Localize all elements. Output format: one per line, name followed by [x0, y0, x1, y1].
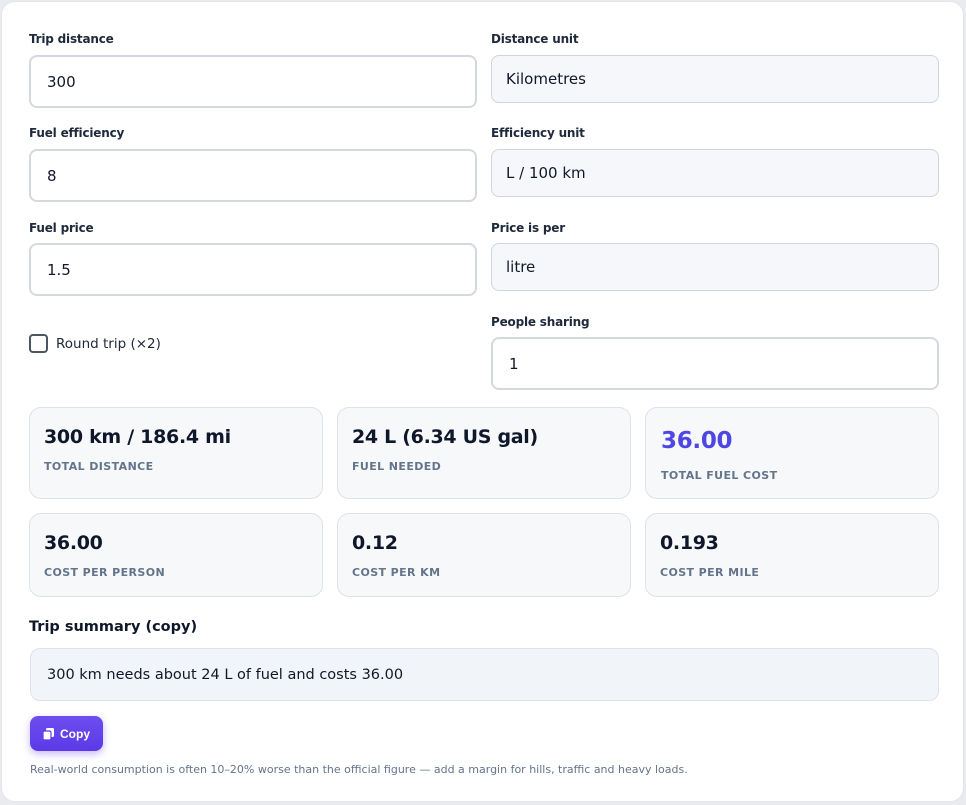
fuel-price-label: Fuel price [29, 221, 94, 235]
stat-value: 300 km / 186.4 mi [44, 426, 231, 448]
trip-distance-label: Trip distance [29, 32, 114, 46]
summary-text-box[interactable]: 300 km needs about 24 L of fuel and cost… [30, 648, 939, 701]
stat-cost-per-km: 0.12 COST PER KM [337, 513, 631, 597]
stat-caption: TOTAL FUEL COST [661, 469, 778, 482]
stat-value: 0.12 [352, 532, 398, 554]
price-per-select[interactable]: litre [491, 243, 939, 291]
efficiency-unit-label: Efficiency unit [491, 126, 585, 140]
stat-caption: COST PER MILE [660, 566, 760, 579]
stat-total-fuel-cost: 36.00 TOTAL FUEL COST [645, 407, 939, 499]
stat-caption: COST PER PERSON [44, 566, 166, 579]
copy-icon [43, 727, 54, 740]
round-trip-label: Round trip (×2) [56, 335, 161, 352]
people-sharing-input[interactable]: 1 [491, 337, 939, 390]
stat-caption: FUEL NEEDED [352, 460, 442, 473]
summary-title: Trip summary (copy) [29, 619, 198, 635]
stat-caption: COST PER KM [352, 566, 441, 579]
stat-cost-per-person: 36.00 COST PER PERSON [29, 513, 323, 597]
fuel-price-input[interactable]: 1.5 [29, 243, 477, 296]
round-trip-toggle[interactable]: Round trip (×2) [29, 334, 161, 353]
stat-value: 36.00 [44, 532, 103, 554]
stat-caption: TOTAL DISTANCE [44, 460, 154, 473]
stat-total-distance: 300 km / 186.4 mi TOTAL DISTANCE [29, 407, 323, 499]
fuel-efficiency-label: Fuel efficiency [29, 126, 125, 140]
stat-value: 36.00 [661, 428, 733, 454]
stat-value: 24 L (6.34 US gal) [352, 426, 538, 448]
trip-distance-input[interactable]: 300 [29, 55, 477, 108]
price-per-label: Price is per [491, 221, 565, 235]
fuel-efficiency-input[interactable]: 8 [29, 149, 477, 202]
distance-unit-select[interactable]: Kilometres [491, 55, 939, 103]
disclaimer-note: Real-world consumption is often 10–20% w… [30, 763, 688, 776]
round-trip-checkbox[interactable] [29, 334, 48, 353]
efficiency-unit-select[interactable]: L / 100 km [491, 149, 939, 197]
distance-unit-label: Distance unit [491, 32, 579, 46]
people-sharing-label: People sharing [491, 315, 590, 329]
copy-button[interactable]: Copy [30, 716, 103, 751]
fuel-calculator-card: Trip distance 300 Distance unit Kilometr… [1, 1, 964, 802]
stat-cost-per-mile: 0.193 COST PER MILE [645, 513, 939, 597]
stat-value: 0.193 [660, 532, 719, 554]
stat-fuel-needed: 24 L (6.34 US gal) FUEL NEEDED [337, 407, 631, 499]
copy-button-label: Copy [60, 726, 90, 741]
